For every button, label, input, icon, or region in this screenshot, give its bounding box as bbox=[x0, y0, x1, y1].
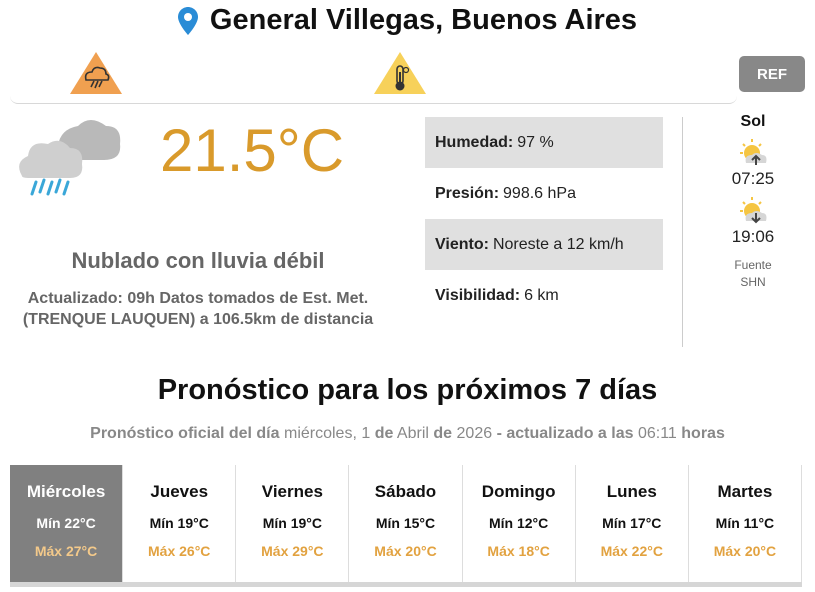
day-name: Martes bbox=[717, 482, 773, 501]
forecast-days: Miércoles Mín 22°C Máx 27°C Jueves Mín 1… bbox=[10, 465, 802, 587]
forecast-sub-de2: de bbox=[433, 425, 453, 442]
day-min: Mín 11°C bbox=[715, 515, 775, 531]
humidity-row: Humedad: 97 % bbox=[425, 117, 663, 168]
source-label: Fuente bbox=[734, 258, 772, 272]
source-info: Fuente SHN bbox=[703, 257, 803, 291]
ref-button[interactable]: REF bbox=[739, 56, 805, 92]
day-name: Lunes bbox=[606, 482, 657, 501]
forecast-subtitle: Pronóstico oficial del día miércoles, 1 … bbox=[0, 425, 815, 443]
day-tab-martes[interactable]: Martes Mín 11°C Máx 20°C bbox=[689, 465, 802, 582]
day-tab-jueves[interactable]: Jueves Mín 19°C Máx 26°C bbox=[123, 465, 237, 582]
day-min: Mín 22°C bbox=[36, 515, 96, 531]
sunset-icon bbox=[740, 197, 767, 224]
forecast-sub-de1: de bbox=[374, 425, 394, 442]
day-min: Mín 19°C bbox=[149, 515, 209, 531]
day-max: Máx 20°C bbox=[713, 543, 777, 559]
cloud-rain-icon bbox=[19, 120, 121, 196]
location-header: General Villegas, Buenos Aires bbox=[0, 4, 815, 40]
forecast-title: Pronóstico para los próximos 7 días bbox=[157, 374, 658, 406]
day-name: Domingo bbox=[481, 482, 556, 501]
pressure-label: Presión: bbox=[435, 184, 500, 202]
day-max: Máx 27°C bbox=[34, 543, 98, 559]
pressure-value: 998.6 hPa bbox=[503, 184, 576, 202]
wind-row: Viento: Noreste a 12 km/h bbox=[425, 219, 663, 270]
day-max: Máx 20°C bbox=[374, 543, 437, 559]
day-min: Mín 15°C bbox=[375, 515, 436, 531]
forecast-sub-updated: - actualizado a las bbox=[496, 425, 634, 442]
current-condition: Nublado con lluvia débil bbox=[71, 248, 325, 273]
day-max: Máx 18°C bbox=[487, 543, 550, 559]
sunrise-time: 07:25 bbox=[731, 169, 775, 188]
sun-panel: Sol 07:25 19:06 Fuente SHN bbox=[703, 113, 803, 291]
humidity-value: 97 % bbox=[517, 133, 554, 151]
day-min: Mín 17°C bbox=[602, 515, 662, 531]
location-title: General Villegas, Buenos Aires bbox=[209, 4, 638, 36]
forecast-sub-hours: horas bbox=[681, 425, 725, 442]
day-tab-domingo[interactable]: Domingo Mín 12°C Máx 18°C bbox=[463, 465, 576, 582]
day-tab-sabado[interactable]: Sábado Mín 15°C Máx 20°C bbox=[349, 465, 463, 582]
visibility-value: 6 km bbox=[524, 286, 559, 304]
day-tab-miercoles[interactable]: Miércoles Mín 22°C Máx 27°C bbox=[10, 465, 124, 582]
temperature-alert-icon[interactable] bbox=[372, 50, 428, 96]
day-name: Miércoles bbox=[26, 482, 106, 501]
page-title: General Villegas, Buenos Aires bbox=[177, 4, 638, 37]
forecast-sub-time: 06:11 bbox=[637, 425, 677, 442]
visibility-label: Visibilidad: bbox=[435, 286, 521, 304]
current-temperature: 21.5°C bbox=[160, 117, 345, 184]
wind-label: Viento: bbox=[435, 235, 489, 253]
day-name: Jueves bbox=[150, 482, 209, 501]
forecast-sub-prefix: Pronóstico oficial del día bbox=[90, 425, 280, 442]
forecast-sub-month: Abril bbox=[396, 425, 429, 442]
storm-alert-icon[interactable] bbox=[68, 50, 124, 96]
day-max: Máx 22°C bbox=[600, 543, 663, 559]
forecast-sub-year: 2026 bbox=[456, 425, 493, 442]
forecast-sub-day: miércoles, 1 bbox=[283, 425, 371, 442]
source-value: SHN bbox=[740, 275, 766, 289]
wind-value: Noreste a 12 km/h bbox=[492, 235, 624, 253]
day-max: Máx 26°C bbox=[148, 543, 211, 559]
updated-text: Actualizado: 09h Datos tomados de Est. M… bbox=[22, 290, 374, 328]
alerts-bar bbox=[10, 50, 737, 104]
day-name: Sábado bbox=[374, 482, 437, 501]
day-tab-lunes[interactable]: Lunes Mín 17°C Máx 22°C bbox=[576, 465, 689, 582]
divider bbox=[682, 117, 683, 347]
pressure-row: Presión: 998.6 hPa bbox=[425, 168, 663, 219]
day-max: Máx 29°C bbox=[261, 543, 324, 559]
day-tab-viernes[interactable]: Viernes Mín 19°C Máx 29°C bbox=[236, 465, 350, 582]
sunset-time: 19:06 bbox=[731, 227, 775, 246]
details-panel: Humedad: 97 % Presión: 998.6 hPa Viento:… bbox=[425, 117, 663, 321]
humidity-label: Humedad: bbox=[435, 133, 514, 151]
visibility-row: Visibilidad: 6 km bbox=[425, 270, 663, 321]
sun-title: Sol bbox=[740, 113, 766, 130]
sunrise-icon bbox=[740, 139, 767, 165]
day-name: Viernes bbox=[261, 482, 323, 501]
day-min: Mín 19°C bbox=[262, 515, 322, 531]
day-min: Mín 12°C bbox=[488, 515, 549, 531]
map-pin-icon bbox=[177, 6, 198, 35]
